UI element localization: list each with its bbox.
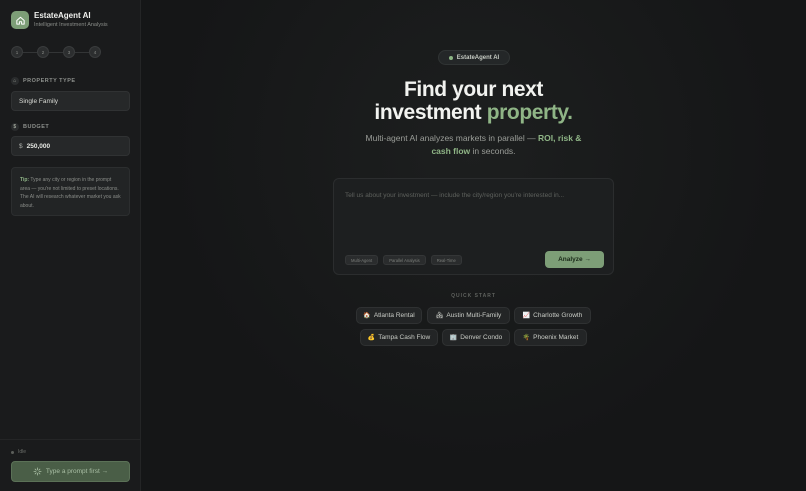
step-3: 3	[63, 46, 75, 58]
property-type-label: ⌂ PROPERTY TYPE	[11, 77, 76, 85]
main-area: EstateAgent AI Find your next investment…	[141, 0, 806, 491]
quick-start-atlanta[interactable]: 🏠 Atlanta Rental	[356, 307, 422, 324]
feature-chips: Multi-Agent Parallel Analysis Real-Time	[345, 255, 467, 265]
step-4: 4	[89, 46, 101, 58]
money-bag-icon: 💰	[367, 335, 376, 341]
property-type-select[interactable]: Single Family	[11, 91, 130, 111]
quick-start-charlotte[interactable]: 📈 Charlotte Growth	[514, 307, 591, 324]
quick-start-phoenix[interactable]: 🌴 Phoenix Market	[514, 329, 587, 346]
budget-value: 250,000	[26, 142, 51, 150]
sidebar-divider	[0, 439, 141, 440]
brand: EstateAgent AI Intelligent Investment An…	[11, 11, 108, 29]
run-analysis-label: Type a prompt first →	[45, 468, 109, 475]
tip-box: Tip: Type any city or region in the prom…	[11, 167, 130, 216]
office-icon: 🏢	[449, 335, 458, 341]
building-icon: ⌂	[11, 77, 19, 85]
run-analysis-button[interactable]: Type a prompt first →	[11, 461, 130, 482]
chip-real-time: Real-Time	[430, 255, 462, 265]
houses-icon: 🏘	[435, 313, 444, 319]
dollar-icon: $	[11, 123, 19, 131]
prompt-input-placeholder[interactable]: Tell us about your investment — include …	[345, 192, 564, 199]
step-connector	[75, 51, 89, 53]
hero-word-property: property.	[486, 101, 573, 124]
step-indicator: 1 2 3 4	[11, 46, 101, 58]
quick-start-denver[interactable]: 🏢 Denver Condo	[442, 329, 510, 346]
chip-parallel-analysis: Parallel Analysis	[383, 255, 426, 265]
palm-tree-icon: 🌴	[522, 335, 531, 341]
step-connector	[23, 51, 37, 53]
app-badge: EstateAgent AI	[438, 50, 510, 65]
currency-prefix: $	[19, 142, 23, 150]
step-2: 2	[37, 46, 49, 58]
quick-start-tampa[interactable]: 💰 Tampa Cash Flow	[360, 329, 438, 346]
status-dot	[11, 450, 14, 454]
brand-subtitle: Intelligent Investment Analysis	[34, 22, 108, 28]
step-1: 1	[11, 46, 23, 58]
analyze-button[interactable]: Analyze →	[545, 251, 604, 268]
home-icon	[11, 11, 29, 29]
hero-subtitle-line2: cash flow in seconds.	[431, 146, 516, 156]
budget-label: $ BUDGET	[11, 123, 49, 131]
hero-title-line2: investment property.	[141, 101, 806, 125]
status-text: Idle	[18, 449, 27, 455]
status-indicator: Idle	[11, 449, 26, 455]
sidebar: EstateAgent AI Intelligent Investment An…	[0, 0, 141, 491]
quick-start-austin[interactable]: 🏘 Austin Multi-Family	[427, 307, 510, 324]
hero-subtitle-line1: Multi-agent AI analyzes markets in paral…	[365, 133, 582, 143]
badge-dot	[448, 55, 453, 60]
property-type-value: Single Family	[19, 97, 59, 105]
chip-multi-agent: Multi-Agent	[345, 255, 379, 265]
quick-start-label: QUICK START	[451, 293, 496, 299]
tip-text: Type any city or region in the prompt ar…	[20, 177, 121, 209]
step-connector	[49, 51, 63, 53]
brand-name: EstateAgent AI	[34, 11, 91, 20]
hero-word-investment: investment	[374, 101, 482, 124]
prompt-composer[interactable]: Tell us about your investment — include …	[333, 178, 614, 275]
tip-title: Tip:	[20, 177, 30, 183]
house-icon: 🏠	[363, 313, 371, 319]
sparkle-icon	[33, 467, 42, 476]
hero-title-line1: Find your next	[403, 78, 544, 101]
budget-input[interactable]: $ 250,000	[11, 136, 130, 156]
chart-icon: 📈	[522, 313, 531, 319]
